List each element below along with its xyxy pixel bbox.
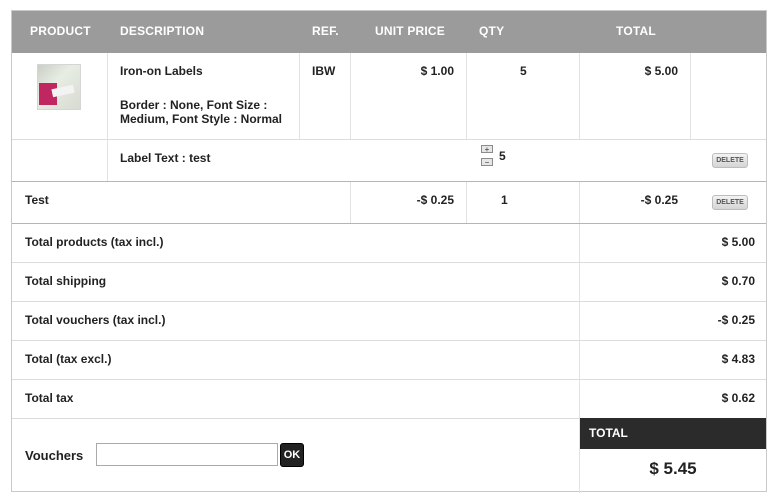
divider [579, 53, 580, 139]
discount-qty: 1 [501, 193, 508, 207]
product-image[interactable] [37, 64, 81, 110]
vouchers-label: Vouchers [25, 448, 84, 463]
summary-label: Total shipping [25, 274, 107, 288]
summary-value: $ 5.00 [721, 235, 755, 249]
row-divider [12, 223, 766, 224]
discount-name: Test [25, 193, 49, 207]
divider [690, 53, 691, 139]
divider [466, 181, 467, 223]
divider [466, 53, 467, 139]
shopping-cart-table: PRODUCT DESCRIPTION REF. UNIT PRICE QTY … [11, 10, 767, 493]
customization-qty: 5 [499, 149, 506, 163]
grand-total-label: TOTAL [589, 426, 628, 440]
row-divider [12, 181, 766, 182]
summary-value: $ 0.62 [721, 391, 755, 405]
product-unit-price: $ 1.00 [420, 64, 454, 78]
row-divider [12, 301, 766, 302]
summary-value: $ 4.83 [721, 352, 755, 366]
divider [299, 53, 300, 139]
product-name[interactable]: Iron-on Labels [120, 63, 203, 80]
product-total: $ 5.00 [644, 64, 678, 78]
row-divider [12, 340, 766, 341]
voucher-ok-button[interactable]: OK [280, 443, 304, 467]
divider [107, 53, 108, 181]
divider [579, 223, 580, 418]
divider [579, 181, 580, 223]
summary-label: Total (tax excl.) [25, 352, 112, 366]
delete-customization-button[interactable]: DELETE [712, 153, 748, 168]
summary-label: Total vouchers (tax incl.) [25, 313, 166, 327]
discount-total: -$ 0.25 [640, 193, 678, 207]
divider [350, 181, 351, 223]
header-unit-price: UNIT PRICE [375, 24, 446, 38]
summary-label: Total tax [25, 391, 74, 405]
header-ref: REF. [312, 24, 339, 38]
row-divider [12, 139, 766, 140]
product-qty: 5 [520, 64, 527, 78]
row-divider [12, 379, 766, 380]
voucher-code-input[interactable] [96, 443, 278, 466]
customization-label-text: Label Text : test [120, 151, 211, 165]
row-divider [12, 262, 766, 263]
summary-value: -$ 0.25 [717, 313, 755, 327]
table-header: PRODUCT DESCRIPTION REF. UNIT PRICE QTY … [12, 11, 766, 53]
header-description: DESCRIPTION [120, 24, 205, 38]
grand-total-header: TOTAL [580, 418, 766, 449]
header-product: PRODUCT [30, 24, 91, 38]
divider [350, 53, 351, 139]
qty-decrease-button[interactable]: − [481, 158, 493, 167]
header-qty: QTY [479, 24, 505, 38]
summary-value: $ 0.70 [721, 274, 755, 288]
product-options-line2: Medium, Font Style : Normal [120, 112, 283, 126]
product-ref: IBW [312, 64, 336, 78]
delete-discount-button[interactable]: DELETE [712, 195, 748, 210]
grand-total-value: $ 5.45 [649, 459, 697, 478]
summary-label: Total products (tax incl.) [25, 235, 164, 249]
header-total: TOTAL [616, 24, 656, 38]
discount-unit-price: -$ 0.25 [416, 193, 454, 207]
qty-increase-button[interactable]: + [481, 145, 493, 154]
